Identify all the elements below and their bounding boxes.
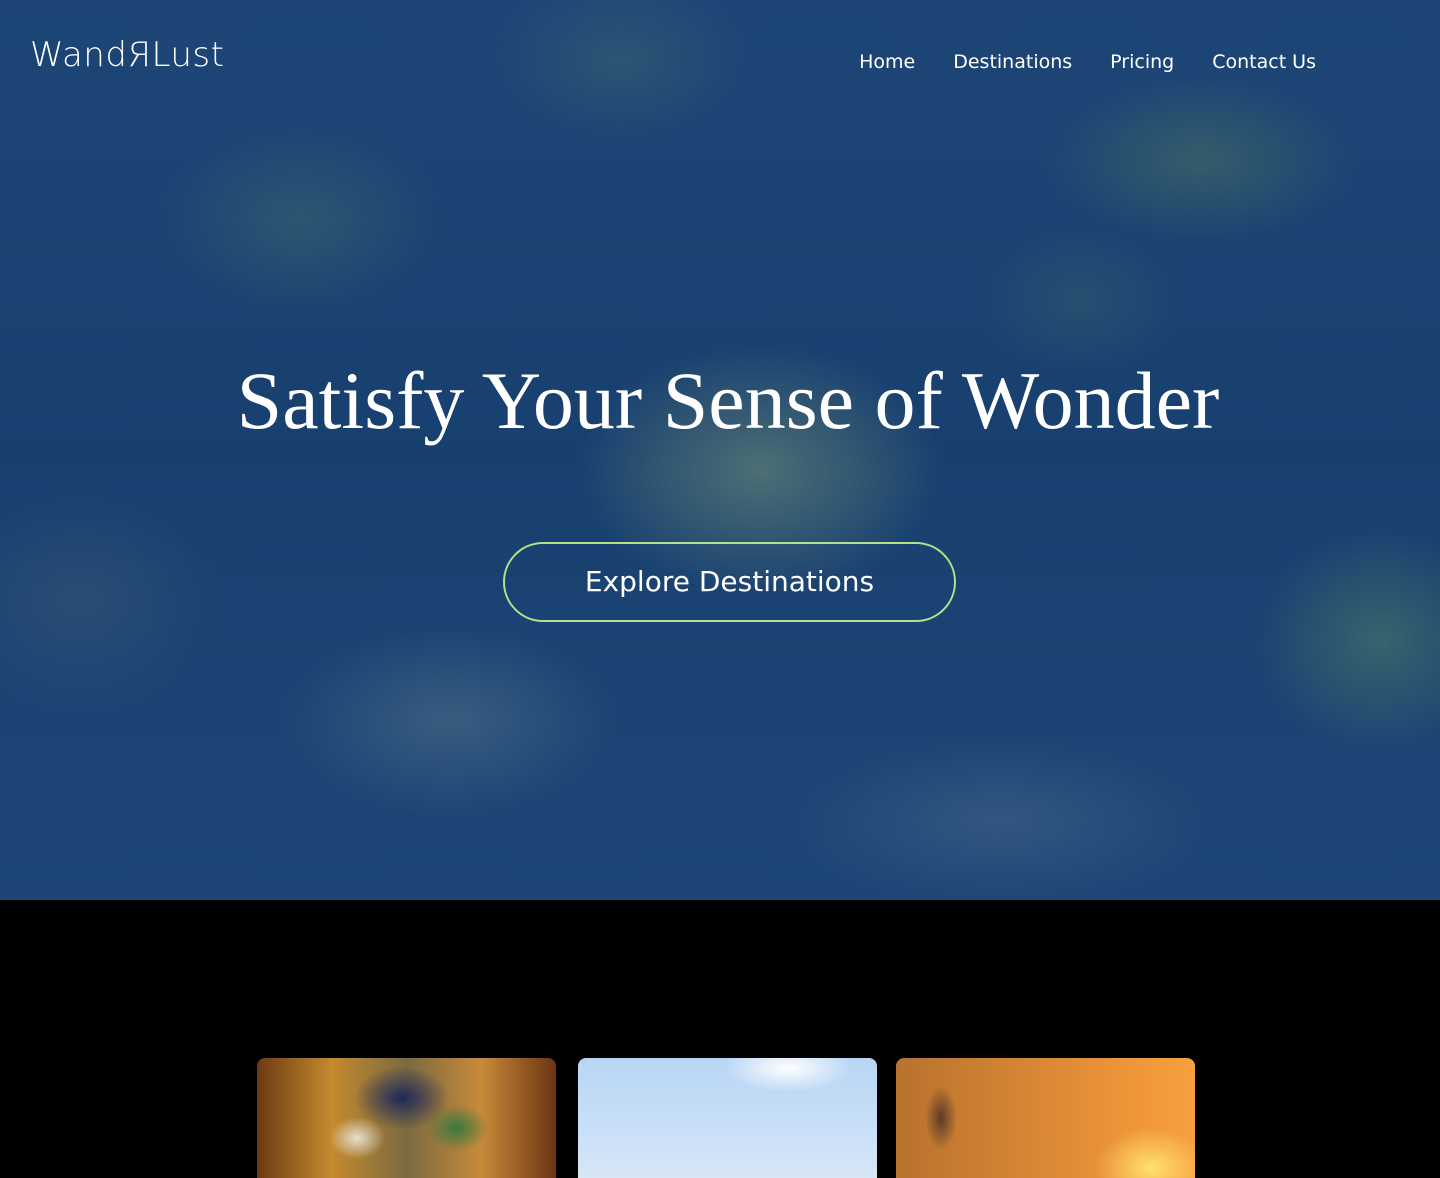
nav-link-pricing[interactable]: Pricing bbox=[1110, 50, 1174, 74]
hero-section: WandЯLust Home Destinations Pricing Cont… bbox=[0, 0, 1440, 900]
explore-destinations-button[interactable]: Explore Destinations bbox=[503, 542, 956, 622]
destination-card-image[interactable] bbox=[257, 1058, 556, 1178]
nav-link-destinations[interactable]: Destinations bbox=[953, 50, 1072, 74]
nav-link-home[interactable]: Home bbox=[859, 50, 915, 74]
logo[interactable]: WandЯLust bbox=[30, 38, 224, 72]
destination-card-image[interactable] bbox=[578, 1058, 877, 1178]
destinations-cards-section bbox=[0, 900, 1440, 1178]
nav-link-contact-us[interactable]: Contact Us bbox=[1212, 50, 1316, 74]
main-nav: Home Destinations Pricing Contact Us bbox=[859, 50, 1316, 74]
hero-title: Satisfy Your Sense of Wonder bbox=[236, 355, 1220, 446]
destination-card-image[interactable] bbox=[896, 1058, 1195, 1178]
